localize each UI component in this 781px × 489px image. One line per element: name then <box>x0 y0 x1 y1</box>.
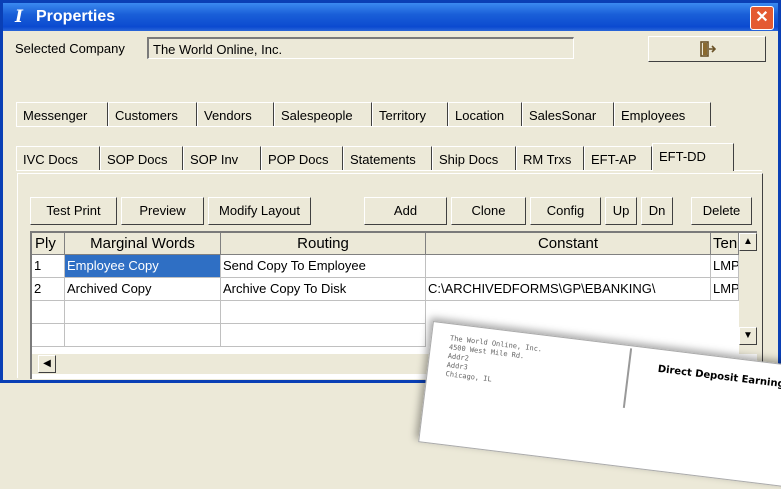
tab-ship-docs[interactable]: Ship Docs <box>432 146 516 170</box>
tab-pop-docs[interactable]: POP Docs <box>261 146 343 170</box>
tab-vendors[interactable]: Vendors <box>197 102 274 126</box>
title-bar[interactable]: I Properties ✕ <box>3 3 778 31</box>
tab-rm-trxs[interactable]: RM Trxs <box>516 146 584 170</box>
up-button[interactable]: Up <box>605 197 637 225</box>
column-header-constant[interactable]: Constant <box>426 233 711 255</box>
tab-eft-ap[interactable]: EFT-AP <box>584 146 652 170</box>
cell-marginal-words[interactable]: Employee Copy <box>65 255 221 278</box>
company-field[interactable]: The World Online, Inc. <box>147 37 574 59</box>
exit-button[interactable] <box>648 36 766 62</box>
cell-routing[interactable]: Send Copy To Employee <box>221 255 426 278</box>
clone-button[interactable]: Clone <box>451 197 526 225</box>
tab-employees[interactable]: Employees <box>614 102 711 126</box>
scroll-left-arrow-icon[interactable]: ◀ <box>38 355 56 373</box>
tab-location[interactable]: Location <box>448 102 522 126</box>
cell-constant[interactable] <box>426 255 711 278</box>
cell-ten[interactable]: LMP <box>711 278 739 301</box>
cell-marginal-words[interactable]: Archived Copy <box>65 278 221 301</box>
empty-cell[interactable] <box>32 324 65 347</box>
company-label: Selected Company <box>15 41 125 56</box>
scroll-up-arrow-icon[interactable]: ▲ <box>739 233 757 251</box>
paper-title: Direct Deposit Earnings <box>657 363 781 392</box>
window-title: Properties <box>36 8 116 25</box>
tab-customers[interactable]: Customers <box>108 102 197 126</box>
modify-layout-button[interactable]: Modify Layout <box>208 197 311 225</box>
empty-cell[interactable] <box>221 301 426 324</box>
column-header-ply[interactable]: Ply <box>32 233 65 255</box>
column-header-routing[interactable]: Routing <box>221 233 426 255</box>
tab-eft-dd[interactable]: EFT-DD <box>652 143 734 171</box>
tab-row-1: Messenger Customers Vendors Salespeople … <box>3 102 778 130</box>
empty-cell[interactable] <box>32 301 65 324</box>
tab-salespeople[interactable]: Salespeople <box>274 102 372 126</box>
company-row: Selected Company The World Online, Inc. <box>3 31 778 67</box>
test-print-button[interactable]: Test Print <box>30 197 117 225</box>
config-button[interactable]: Config <box>530 197 601 225</box>
app-icon: I <box>15 7 23 27</box>
tab-sop-docs[interactable]: SOP Docs <box>100 146 183 170</box>
exit-door-icon <box>700 40 717 57</box>
column-header-ten[interactable]: Ten <box>711 233 739 255</box>
add-button[interactable]: Add <box>364 197 447 225</box>
properties-window: I Properties ✕ Selected Company The Worl… <box>0 0 781 489</box>
tab-row-2: IVC Docs SOP Docs SOP Inv POP Docs State… <box>3 143 778 174</box>
paper-header-line: Chicago, IL <box>445 369 493 384</box>
close-button[interactable]: ✕ <box>750 6 774 30</box>
tab-territory[interactable]: Territory <box>372 102 448 126</box>
cell-ply[interactable]: 1 <box>32 255 65 278</box>
empty-cell[interactable] <box>65 301 221 324</box>
tab-statements[interactable]: Statements <box>343 146 432 170</box>
paper-divider <box>622 348 633 409</box>
empty-cell[interactable] <box>221 324 426 347</box>
scroll-down-arrow-icon[interactable]: ▼ <box>739 327 757 345</box>
tab-salessonar[interactable]: SalesSonar <box>522 102 614 126</box>
cell-routing[interactable]: Archive Copy To Disk <box>221 278 426 301</box>
preview-button[interactable]: Preview <box>121 197 204 225</box>
vertical-scrollbar[interactable]: ▲ ▼ <box>739 233 757 354</box>
cell-constant[interactable]: C:\ARCHIVEDFORMS\GP\EBANKING\ <box>426 278 711 301</box>
dn-button[interactable]: Dn <box>641 197 673 225</box>
cell-ten[interactable]: LMP <box>711 255 739 278</box>
horizontal-scrollbar[interactable]: ◀ <box>32 354 452 374</box>
empty-cell[interactable] <box>65 324 221 347</box>
column-header-marginal-words[interactable]: Marginal Words <box>65 233 221 255</box>
tab-messenger[interactable]: Messenger <box>16 102 108 126</box>
tab-ivc-docs[interactable]: IVC Docs <box>16 146 100 170</box>
tab-sop-inv[interactable]: SOP Inv <box>183 146 261 170</box>
cell-ply[interactable]: 2 <box>32 278 65 301</box>
delete-button[interactable]: Delete <box>691 197 752 225</box>
